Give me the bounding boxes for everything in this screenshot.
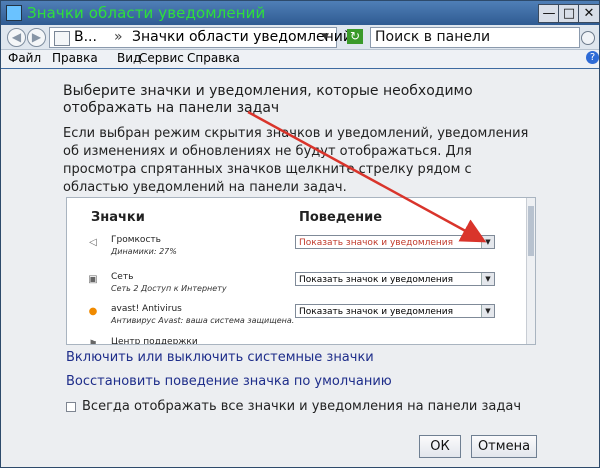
checkbox-label: Всегда отображать все значки и уведомлен… bbox=[82, 399, 522, 414]
row-subtitle: Сеть 2 Доступ к Интернету bbox=[111, 284, 227, 293]
column-header-icons: Значки bbox=[91, 210, 145, 225]
icons-table: Значки Поведение ◁ Громкость Динамики: 2… bbox=[66, 197, 536, 345]
title-bar[interactable]: Значки области уведомлений — □ ✕ bbox=[1, 1, 600, 25]
address-separator: » bbox=[114, 29, 123, 45]
behavior-select[interactable]: Показать значок и уведомления ▼ bbox=[295, 304, 495, 318]
table-row: ⚑ Центр поддержки bbox=[67, 337, 527, 345]
restore-default-link[interactable]: Восстановить поведение значка по умолчан… bbox=[66, 374, 392, 389]
cancel-button[interactable]: Отмена bbox=[471, 435, 537, 458]
row-subtitle: Антивирус Avast: ваша система защищена. bbox=[111, 316, 295, 325]
menu-help[interactable]: Справка bbox=[187, 51, 240, 65]
row-name: Центр поддержки bbox=[111, 337, 198, 345]
navigation-toolbar: ◀ ▶ В... » Значки области уведомлений ▼ … bbox=[1, 25, 599, 64]
row-name: avast! Antivirus bbox=[111, 304, 182, 314]
system-icons-link[interactable]: Включить или выключить системные значки bbox=[66, 350, 374, 365]
ok-button[interactable]: ОК bbox=[419, 435, 461, 458]
menu-file[interactable]: Файл bbox=[8, 51, 41, 65]
close-button[interactable]: ✕ bbox=[578, 4, 600, 23]
chevron-down-icon[interactable]: ▼ bbox=[481, 273, 494, 285]
help-icon[interactable]: ? bbox=[586, 51, 599, 64]
search-input[interactable]: Поиск в панели управления bbox=[370, 27, 580, 64]
network-icon: ▣ bbox=[88, 274, 98, 285]
menu-bar: Файл Правка Вид Сервис Справка ? bbox=[1, 50, 599, 68]
control-panel-window: Значки области уведомлений — □ ✕ ◀ ▶ В..… bbox=[0, 0, 600, 468]
flag-icon: ⚑ bbox=[88, 339, 98, 345]
main-content: Выберите значки и уведомления, которые н… bbox=[1, 69, 599, 467]
table-scrollbar[interactable] bbox=[526, 198, 535, 344]
forward-button[interactable]: ▶ bbox=[27, 28, 46, 47]
avast-icon: ● bbox=[88, 306, 98, 317]
column-header-behavior: Поведение bbox=[299, 210, 383, 225]
search-icon[interactable] bbox=[581, 31, 595, 45]
menu-edit[interactable]: Правка bbox=[52, 51, 98, 65]
behavior-select[interactable]: Показать значок и уведомления ▼ bbox=[295, 235, 495, 249]
address-crumb-current[interactable]: Значки области уведомлений bbox=[132, 28, 352, 47]
page-heading: Выберите значки и уведомления, которые н… bbox=[63, 83, 473, 116]
behavior-select-value: Показать значок и уведомления bbox=[299, 307, 454, 317]
row-subtitle: Динамики: 27% bbox=[111, 247, 177, 256]
window-title: Значки области уведомлений bbox=[27, 4, 266, 22]
menu-tools[interactable]: Сервис bbox=[139, 51, 184, 65]
scrollbar-thumb[interactable] bbox=[528, 206, 534, 256]
folder-icon bbox=[54, 31, 70, 46]
address-dropdown-icon[interactable]: ▼ bbox=[322, 28, 329, 47]
row-name: Сеть bbox=[111, 272, 134, 282]
back-button[interactable]: ◀ bbox=[7, 28, 26, 47]
behavior-select[interactable]: Показать значок и уведомления ▼ bbox=[295, 272, 495, 286]
address-crumb-parent[interactable]: В... bbox=[74, 28, 97, 47]
menu-view[interactable]: Вид bbox=[117, 51, 141, 65]
row-name: Громкость bbox=[111, 235, 161, 245]
always-show-checkbox[interactable]: Всегда отображать все значки и уведомлен… bbox=[66, 399, 521, 414]
maximize-button[interactable]: □ bbox=[558, 4, 580, 23]
behavior-select-value: Показать значок и уведомления bbox=[299, 275, 454, 285]
behavior-select-value: Показать значок и уведомления bbox=[299, 238, 454, 248]
address-bar[interactable]: В... » Значки области уведомлений ▼ bbox=[49, 27, 352, 48]
page-description: Если выбран режим скрытия значков и увед… bbox=[63, 126, 529, 195]
minimize-button[interactable]: — bbox=[538, 4, 560, 23]
checkbox-box[interactable] bbox=[66, 401, 76, 412]
speaker-icon: ◁ bbox=[89, 237, 97, 248]
chevron-down-icon[interactable]: ▼ bbox=[481, 305, 494, 317]
window-icon bbox=[6, 5, 22, 21]
refresh-icon[interactable]: ↻ bbox=[347, 29, 363, 44]
chevron-down-icon[interactable]: ▼ bbox=[481, 236, 494, 248]
